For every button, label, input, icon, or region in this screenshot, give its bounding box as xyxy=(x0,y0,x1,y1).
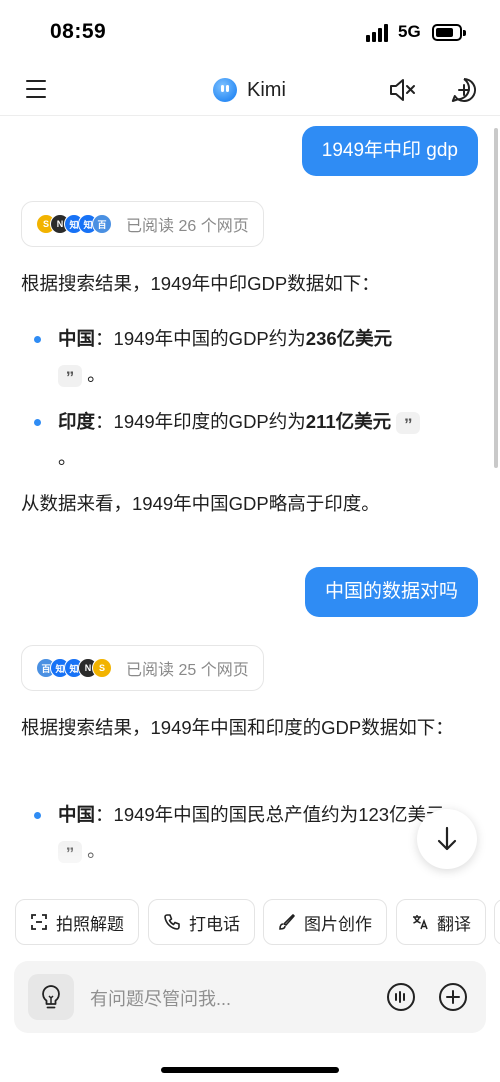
citation-icon[interactable]: ” xyxy=(58,365,82,388)
scroll-to-bottom-button[interactable] xyxy=(417,809,477,869)
battery-icon xyxy=(432,24,466,41)
voice-input-button[interactable] xyxy=(386,982,416,1012)
chat-input-box: 有问题尽管问我... xyxy=(14,961,486,1033)
sources-card-2[interactable]: 百 知 知 N S 已阅读 25 个网页 xyxy=(21,645,264,691)
brand: Kimi xyxy=(213,76,286,104)
list-item: 中国：1949年中国的GDP约为236亿美元 ” 。 xyxy=(34,321,476,393)
bullet-dot xyxy=(34,336,41,343)
source-favicons: 百 知 知 N S xyxy=(36,658,112,678)
signal-icon xyxy=(366,24,392,42)
bullet-text: 中国：1949年中国的GDP约为236亿美元 ” 。 xyxy=(58,328,393,388)
citation-icon[interactable]: ” xyxy=(396,412,421,435)
phone-icon xyxy=(164,914,180,930)
bullet-dot xyxy=(34,812,41,819)
sources-card-1[interactable]: S N 知 知 百 已阅读 26 个网页 xyxy=(21,201,264,247)
kimi-logo-icon xyxy=(213,78,237,102)
translate-icon xyxy=(413,915,428,930)
bullet-dot xyxy=(34,419,41,426)
chat-input[interactable]: 有问题尽管问我... xyxy=(90,985,231,1011)
app-header: Kimi xyxy=(0,64,500,116)
home-indicator[interactable] xyxy=(161,1067,339,1073)
quick-actions-bar: 拍照解题 打电话 图片创作 翻译 xyxy=(15,899,500,947)
response-1-intro: 根据搜索结果，1949年中印GDP数据如下： xyxy=(21,273,380,294)
mute-icon[interactable] xyxy=(388,77,416,103)
inspiration-button[interactable] xyxy=(28,974,74,1020)
scrollbar[interactable] xyxy=(494,128,498,468)
app-title: Kimi xyxy=(247,78,286,101)
user-message-2: 中国的数据对吗 xyxy=(304,567,478,617)
action-photo-solve[interactable]: 拍照解题 xyxy=(15,899,139,945)
status-time: 08:59 xyxy=(50,20,107,43)
sources-read-label: 已阅读 25 个网页 xyxy=(126,662,249,679)
source-baike-icon: 百 xyxy=(92,214,112,234)
user-message-1: 1949年中印 gdp xyxy=(301,126,478,176)
action-more[interactable] xyxy=(494,899,500,945)
scan-icon xyxy=(31,914,47,930)
voice-wave-icon xyxy=(387,983,415,1011)
action-image-create[interactable]: 图片创作 xyxy=(263,899,387,945)
brush-icon xyxy=(279,914,295,930)
network-label: 5G xyxy=(398,22,421,41)
status-bar: 08:59 5G xyxy=(0,0,500,64)
response-2-intro: 根据搜索结果，1949年中国和印度的GDP数据如下： xyxy=(21,717,454,738)
plus-circle-icon xyxy=(439,983,467,1011)
sources-read-label: 已阅读 26 个网页 xyxy=(126,218,249,235)
menu-icon[interactable] xyxy=(26,80,46,98)
add-attachment-button[interactable] xyxy=(438,982,468,1012)
lightbulb-icon xyxy=(42,985,60,1009)
arrow-down-icon xyxy=(437,826,457,851)
new-chat-icon[interactable] xyxy=(450,76,478,104)
bullet-text: 印度：1949年印度的GDP约为211亿美元 ” 。 xyxy=(58,404,478,476)
action-translate[interactable]: 翻译 xyxy=(396,899,486,945)
action-phone-call[interactable]: 打电话 xyxy=(148,899,255,945)
list-item: 印度：1949年印度的GDP约为211亿美元 ” 。 xyxy=(34,404,478,476)
response-1-conclusion: 从数据来看，1949年中国GDP略高于印度。 xyxy=(21,493,380,514)
source-favicons: S N 知 知 百 xyxy=(36,214,112,234)
source-sogou-icon: S xyxy=(92,658,112,678)
